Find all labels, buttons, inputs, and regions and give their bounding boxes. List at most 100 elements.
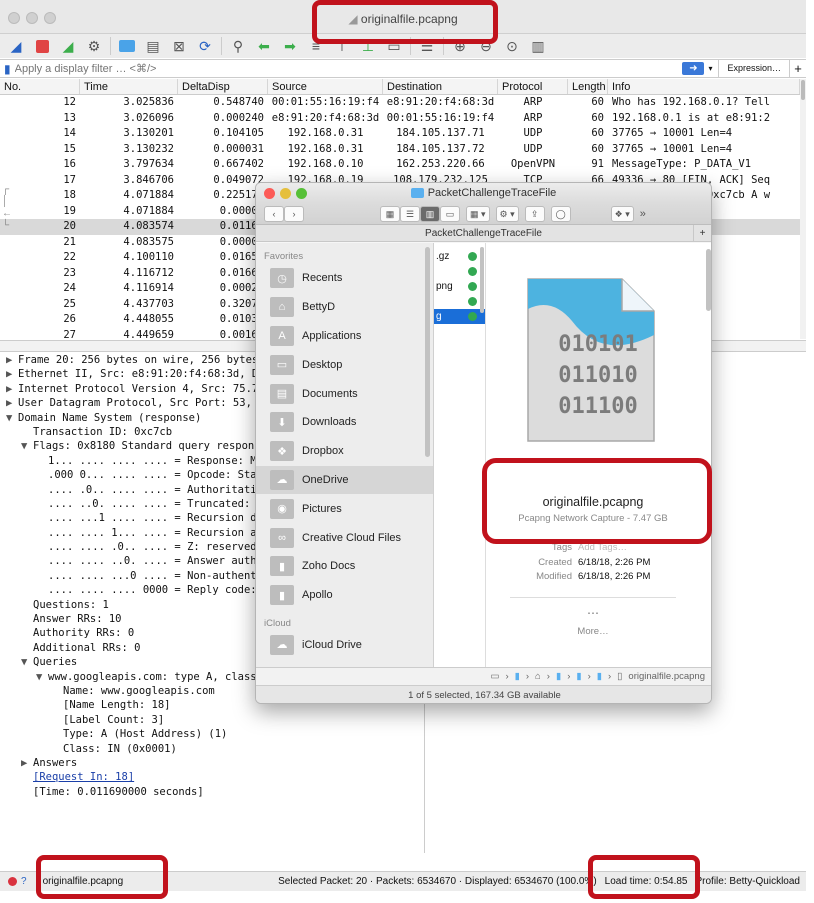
packet-row[interactable]: 15 3.130232 0.000031 192.168.0.31 184.105.13… [0,142,800,158]
new-tab-plus-icon[interactable]: + [693,225,711,242]
file-list-item[interactable]: g [434,309,485,324]
folder-icon[interactable]: ▮ [515,671,520,682]
packet-row[interactable]: 14 3.130201 0.104105 192.168.0.31 184.105.13… [0,126,800,142]
comment-icon[interactable]: ? [21,876,27,887]
disk-icon[interactable]: ▭ [490,671,499,682]
finder-minimize-button[interactable] [280,188,291,199]
more-ellipsis-icon[interactable]: ⋯ [486,606,700,620]
list-view-icon[interactable]: ☰ [400,205,420,222]
filter-dropdown-chevron-icon[interactable]: ▾ [708,64,718,73]
open-folder-icon[interactable] [117,37,137,55]
detail-text: .... .0.. .... .... = Authoritati [48,483,257,496]
file-list-item[interactable]: png [434,279,485,294]
resize-columns-icon[interactable]: ▥ [528,37,548,55]
capture-options-gear-icon[interactable]: ⚙ [84,37,104,55]
column-view-icon[interactable]: ▥ [420,205,440,222]
sidebar-item-pictures[interactable]: ◉ Pictures [256,494,433,523]
sidebar-item-recents[interactable]: ◷ Recents [256,264,433,293]
close-file-icon[interactable]: ⊠ [169,37,189,55]
sidebar-item-dropbox[interactable]: ❖ Dropbox [256,437,433,466]
packet-row[interactable]: 12 3.025836 0.548740 00:01:55:16:19:f4 e8:91… [0,95,800,111]
gallery-view-icon[interactable]: ▭ [440,205,460,222]
restart-capture-icon[interactable]: ◢ [58,37,78,55]
path-file-name[interactable]: originalfile.pcapng [628,671,705,682]
collapse-triangle-icon[interactable]: ▼ [21,655,33,669]
column-header-destination[interactable]: Destination [383,79,498,94]
sidebar-item-zoho-docs[interactable]: ▮ Zoho Docs [256,552,433,581]
save-file-icon[interactable]: ▤ [143,37,163,55]
column-header-length[interactable]: Length [568,79,608,94]
expand-triangle-icon[interactable]: ▶ [6,353,18,367]
file-list-item[interactable] [434,264,485,279]
back-chevron-icon[interactable]: ‹ [264,205,284,222]
sidebar-item-creative-cloud-files[interactable]: ∞ Creative Cloud Files [256,523,433,552]
packet-list-scrollbar[interactable] [800,79,806,339]
expand-triangle-icon[interactable]: ▶ [6,396,18,410]
group-by-icon[interactable]: ▦ ▾ [466,205,490,222]
folder-icon[interactable]: ▮ [556,671,561,682]
icon-view-icon[interactable]: ▦ [380,205,400,222]
expression-button[interactable]: Expression… [718,60,790,77]
forward-chevron-icon[interactable]: › [284,205,304,222]
sidebar-item-applications[interactable]: A Applications [256,322,433,351]
detail-tree-row[interactable]: Type: A (Host Address) (1) [0,727,418,741]
normal-size-icon[interactable]: ⊙ [502,37,522,55]
add-filter-button[interactable]: + [790,61,806,76]
sidebar-item-downloads[interactable]: ⬇ Downloads [256,408,433,437]
detail-tree-row[interactable]: [Label Count: 3] [0,713,418,727]
tag-icon[interactable]: ◯ [550,205,571,222]
collapse-triangle-icon[interactable]: ▼ [6,411,18,425]
detail-tree-row[interactable]: [Time: 0.011690000 seconds] [0,785,418,799]
stop-capture-icon[interactable] [32,37,52,55]
dropbox-icon[interactable]: ❖ ▾ [610,205,634,222]
expand-triangle-icon[interactable]: ▶ [6,382,18,396]
collapse-triangle-icon[interactable]: ▼ [36,670,48,684]
expert-info-icon[interactable] [8,877,17,886]
packet-row[interactable]: 13 3.026096 0.000240 e8:91:20:f4:68:3d 00:01… [0,111,800,127]
sidebar-item-onedrive[interactable]: ☁ OneDrive [256,465,433,495]
column-header-protocol[interactable]: Protocol [498,79,568,94]
sidebar-item-bettyd[interactable]: ⌂ BettyD [256,293,433,322]
find-packet-icon[interactable]: ⚲ [228,37,248,55]
apply-filter-arrow-icon[interactable]: ➜ [682,62,705,75]
status-profile[interactable]: Profile: Betty-Quickload [696,876,801,887]
go-forward-icon[interactable]: ➡ [280,37,300,55]
detail-tree-row[interactable]: Class: IN (0x0001) [0,742,418,756]
finder-close-button[interactable] [264,188,275,199]
finder-tab[interactable]: PacketChallengeTraceFile + [256,225,711,242]
folder-icon[interactable]: ▮ [597,671,602,682]
packet-row[interactable]: 16 3.797634 0.667402 192.168.0.10 162.253.22… [0,157,800,173]
action-gear-icon[interactable]: ⚙ ▾ [495,205,519,222]
detail-tree-row[interactable]: [Request In: 18] [0,770,418,784]
preview-scrollbar[interactable] [706,249,711,311]
detail-link[interactable]: [Request In: 18] [33,771,134,783]
file-column-scrollbar[interactable] [480,247,484,313]
column-header-source[interactable]: Source [268,79,383,94]
detail-tree-row[interactable]: ▶ Answers [0,756,418,770]
display-filter-input[interactable] [10,60,683,77]
column-header-deltadisp[interactable]: DeltaDisp [178,79,268,94]
column-header-no[interactable]: No. [0,79,80,94]
sidebar-scrollbar[interactable] [425,247,430,457]
sidebar-item-icloud-drive[interactable]: ☁ iCloud Drive [256,631,433,660]
toolbar-overflow-icon[interactable]: » [640,208,646,220]
file-list-item[interactable] [434,294,485,309]
column-header-time[interactable]: Time [80,79,178,94]
sidebar-item-apollo[interactable]: ▮ Apollo [256,581,433,610]
share-icon[interactable]: ⇪ [524,205,545,222]
file-list-item[interactable]: .gz [434,249,485,264]
expand-triangle-icon[interactable]: ▶ [6,367,18,381]
bookmark-icon[interactable]: ▮ [0,62,11,76]
column-header-info[interactable]: Info [608,79,800,94]
collapse-triangle-icon[interactable]: ▼ [21,439,33,453]
finder-zoom-button[interactable] [296,188,307,199]
sidebar-item-documents[interactable]: ▤ Documents [256,379,433,408]
start-capture-icon[interactable]: ◢ [6,37,26,55]
sidebar-item-desktop[interactable]: ▭ Desktop [256,350,433,379]
folder-icon[interactable]: ▮ [576,671,581,682]
more-button[interactable]: More… [486,626,700,637]
expand-triangle-icon[interactable]: ▶ [21,756,33,770]
go-back-icon[interactable]: ⬅ [254,37,274,55]
home-icon[interactable]: ⌂ [535,671,541,682]
reload-icon[interactable]: ⟳ [195,37,215,55]
